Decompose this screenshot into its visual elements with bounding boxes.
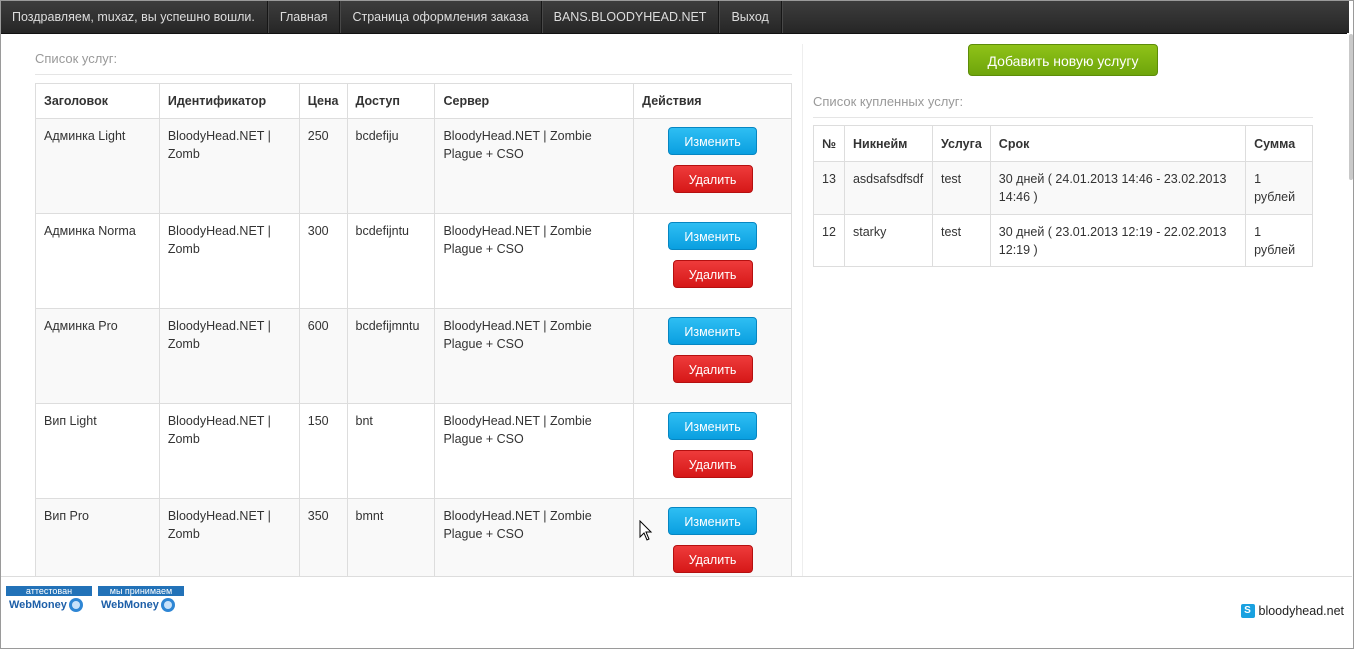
purchase-term-cell: 30 дней ( 23.01.2013 12:19 - 22.02.2013 … xyxy=(989,214,1247,267)
service-identifier-cell: BloodyHead.NET | Zomb xyxy=(158,118,300,214)
table-header-row: Заголовок Идентификатор Цена Доступ Серв… xyxy=(35,83,792,119)
table-row: 13 asdsafsdfsdf test 30 дней ( 24.01.2013 1… xyxy=(813,161,1313,215)
table-row: Админка Light BloodyHead.NET | Zomb 250 bcd… xyxy=(35,118,792,214)
page-footer: аттестован WebMoney мы принимаем WebMone… xyxy=(1,576,1352,648)
service-access-cell: bnt xyxy=(346,403,436,499)
delete-service-button[interactable]: Удалить xyxy=(672,355,753,383)
scrollbar-thumb[interactable] xyxy=(1349,34,1353,180)
delete-service-button[interactable]: Удалить xyxy=(672,545,753,573)
purchased-title: Список купленных услуг: xyxy=(813,94,964,109)
services-title-rule xyxy=(35,74,792,75)
col-header-actions: Действия xyxy=(633,83,792,119)
purchase-service-cell: test xyxy=(931,214,991,267)
service-access-cell: bcdefijntu xyxy=(346,213,436,309)
service-price-cell: 250 xyxy=(298,118,348,214)
purchase-sum-cell: 1 рублей xyxy=(1245,161,1313,215)
service-title-cell: Админка Norma xyxy=(35,213,160,309)
purchase-nickname-cell: asdsafsdfsdf xyxy=(843,161,933,215)
service-actions-cell: Изменить Удалить xyxy=(633,308,792,404)
service-title-cell: Админка Light xyxy=(35,118,160,214)
webmoney-globe-icon xyxy=(68,598,83,613)
edit-service-button[interactable]: Изменить xyxy=(668,127,758,155)
webmoney-globe-icon xyxy=(160,598,175,613)
purchase-number-cell: 12 xyxy=(813,214,845,267)
edit-service-button[interactable]: Изменить xyxy=(668,222,758,250)
edit-service-button[interactable]: Изменить xyxy=(668,412,758,440)
col-header-server: Сервер xyxy=(434,83,635,119)
service-title-cell: Вип Light xyxy=(35,403,160,499)
col-header-service: Услуга xyxy=(931,125,991,162)
purchase-term-cell: 30 дней ( 24.01.2013 14:46 - 23.02.2013 … xyxy=(989,161,1247,215)
delete-service-button[interactable]: Удалить xyxy=(672,450,753,478)
top-navbar: Поздравляем, muxaz, вы успешно вошли. Гл… xyxy=(1,1,1349,34)
webmoney-accept-badge[interactable]: мы принимаем WebMoney xyxy=(98,586,184,616)
add-service-button[interactable]: Добавить новую услугу xyxy=(968,44,1158,76)
nav-link-bans[interactable]: BANS.BLOODYHEAD.NET xyxy=(542,1,720,33)
service-access-cell: bcdefiju xyxy=(346,118,436,214)
service-price-cell: 300 xyxy=(298,213,348,309)
col-header-access: Доступ xyxy=(346,83,436,119)
service-identifier-cell: BloodyHead.NET | Zomb xyxy=(158,213,300,309)
purchased-title-rule xyxy=(813,117,1313,118)
table-row: Вип Light BloodyHead.NET | Zomb 150 bnt Bloo… xyxy=(35,403,792,499)
service-identifier-cell: BloodyHead.NET | Zomb xyxy=(158,403,300,499)
services-title: Список услуг: xyxy=(35,51,118,66)
service-price-cell: 150 xyxy=(298,403,348,499)
service-title-cell: Админка Pro xyxy=(35,308,160,404)
service-access-cell: bcdefijmntu xyxy=(346,308,436,404)
purchased-table: № Никнейм Услуга Срок Сумма 13 asdsafsdfs… xyxy=(813,125,1313,267)
service-server-cell: BloodyHead.NET | Zombie Plague + CSO xyxy=(434,118,635,214)
column-divider xyxy=(802,44,803,576)
col-header-price: Цена xyxy=(298,83,348,119)
service-actions-cell: Изменить Удалить xyxy=(633,118,792,214)
col-header-title: Заголовок xyxy=(35,83,160,119)
delete-service-button[interactable]: Удалить xyxy=(672,260,753,288)
service-price-cell: 600 xyxy=(298,308,348,404)
service-actions-cell: Изменить Удалить xyxy=(633,213,792,309)
badge-logo: WebMoney xyxy=(6,596,92,614)
purchase-sum-cell: 1 рублей xyxy=(1245,214,1313,267)
col-header-identifier: Идентификатор xyxy=(158,83,300,119)
purchase-number-cell: 13 xyxy=(813,161,845,215)
badge-logo-text: WebMoney xyxy=(101,599,159,611)
service-server-cell: BloodyHead.NET | Zombie Plague + CSO xyxy=(434,213,635,309)
nav-link-logout[interactable]: Выход xyxy=(719,1,782,33)
badge-caption: аттестован xyxy=(6,586,92,596)
table-row: Админка Pro BloodyHead.NET | Zomb 600 bcdef… xyxy=(35,308,792,404)
mouse-cursor-icon xyxy=(639,520,653,541)
badge-caption: мы принимаем xyxy=(98,586,184,596)
table-row: Админка Norma BloodyHead.NET | Zomb 300 bcd… xyxy=(35,213,792,309)
skype-icon[interactable]: S xyxy=(1240,604,1255,618)
delete-service-button[interactable]: Удалить xyxy=(672,165,753,193)
service-identifier-cell: BloodyHead.NET | Zomb xyxy=(158,308,300,404)
nav-link-home[interactable]: Главная xyxy=(268,1,341,33)
services-table: Заголовок Идентификатор Цена Доступ Серв… xyxy=(35,83,792,594)
edit-service-button[interactable]: Изменить xyxy=(668,317,758,345)
login-greeting: Поздравляем, muxaz, вы успешно вошли. xyxy=(1,1,268,33)
service-actions-cell: Изменить Удалить xyxy=(633,403,792,499)
col-header-sum: Сумма xyxy=(1245,125,1313,162)
purchase-service-cell: test xyxy=(931,161,991,215)
webmoney-attested-badge[interactable]: аттестован WebMoney xyxy=(6,586,92,616)
badge-logo-text: WebMoney xyxy=(9,599,67,611)
service-server-cell: BloodyHead.NET | Zombie Plague + CSO xyxy=(434,403,635,499)
nav-link-order-page[interactable]: Страница оформления заказа xyxy=(340,1,542,33)
badge-logo: WebMoney xyxy=(98,596,184,614)
service-server-cell: BloodyHead.NET | Zombie Plague + CSO xyxy=(434,308,635,404)
col-header-number: № xyxy=(813,125,845,162)
table-header-row: № Никнейм Услуга Срок Сумма xyxy=(813,125,1313,162)
table-row: 12 starky test 30 дней ( 23.01.2013 12:19 -… xyxy=(813,214,1313,267)
col-header-nickname: Никнейм xyxy=(843,125,933,162)
edit-service-button[interactable]: Изменить xyxy=(668,507,758,535)
col-header-term: Срок xyxy=(989,125,1247,162)
site-name: bloodyhead.net xyxy=(1258,604,1345,618)
site-signature: S bloodyhead.net xyxy=(1240,604,1345,618)
purchase-nickname-cell: starky xyxy=(843,214,933,267)
